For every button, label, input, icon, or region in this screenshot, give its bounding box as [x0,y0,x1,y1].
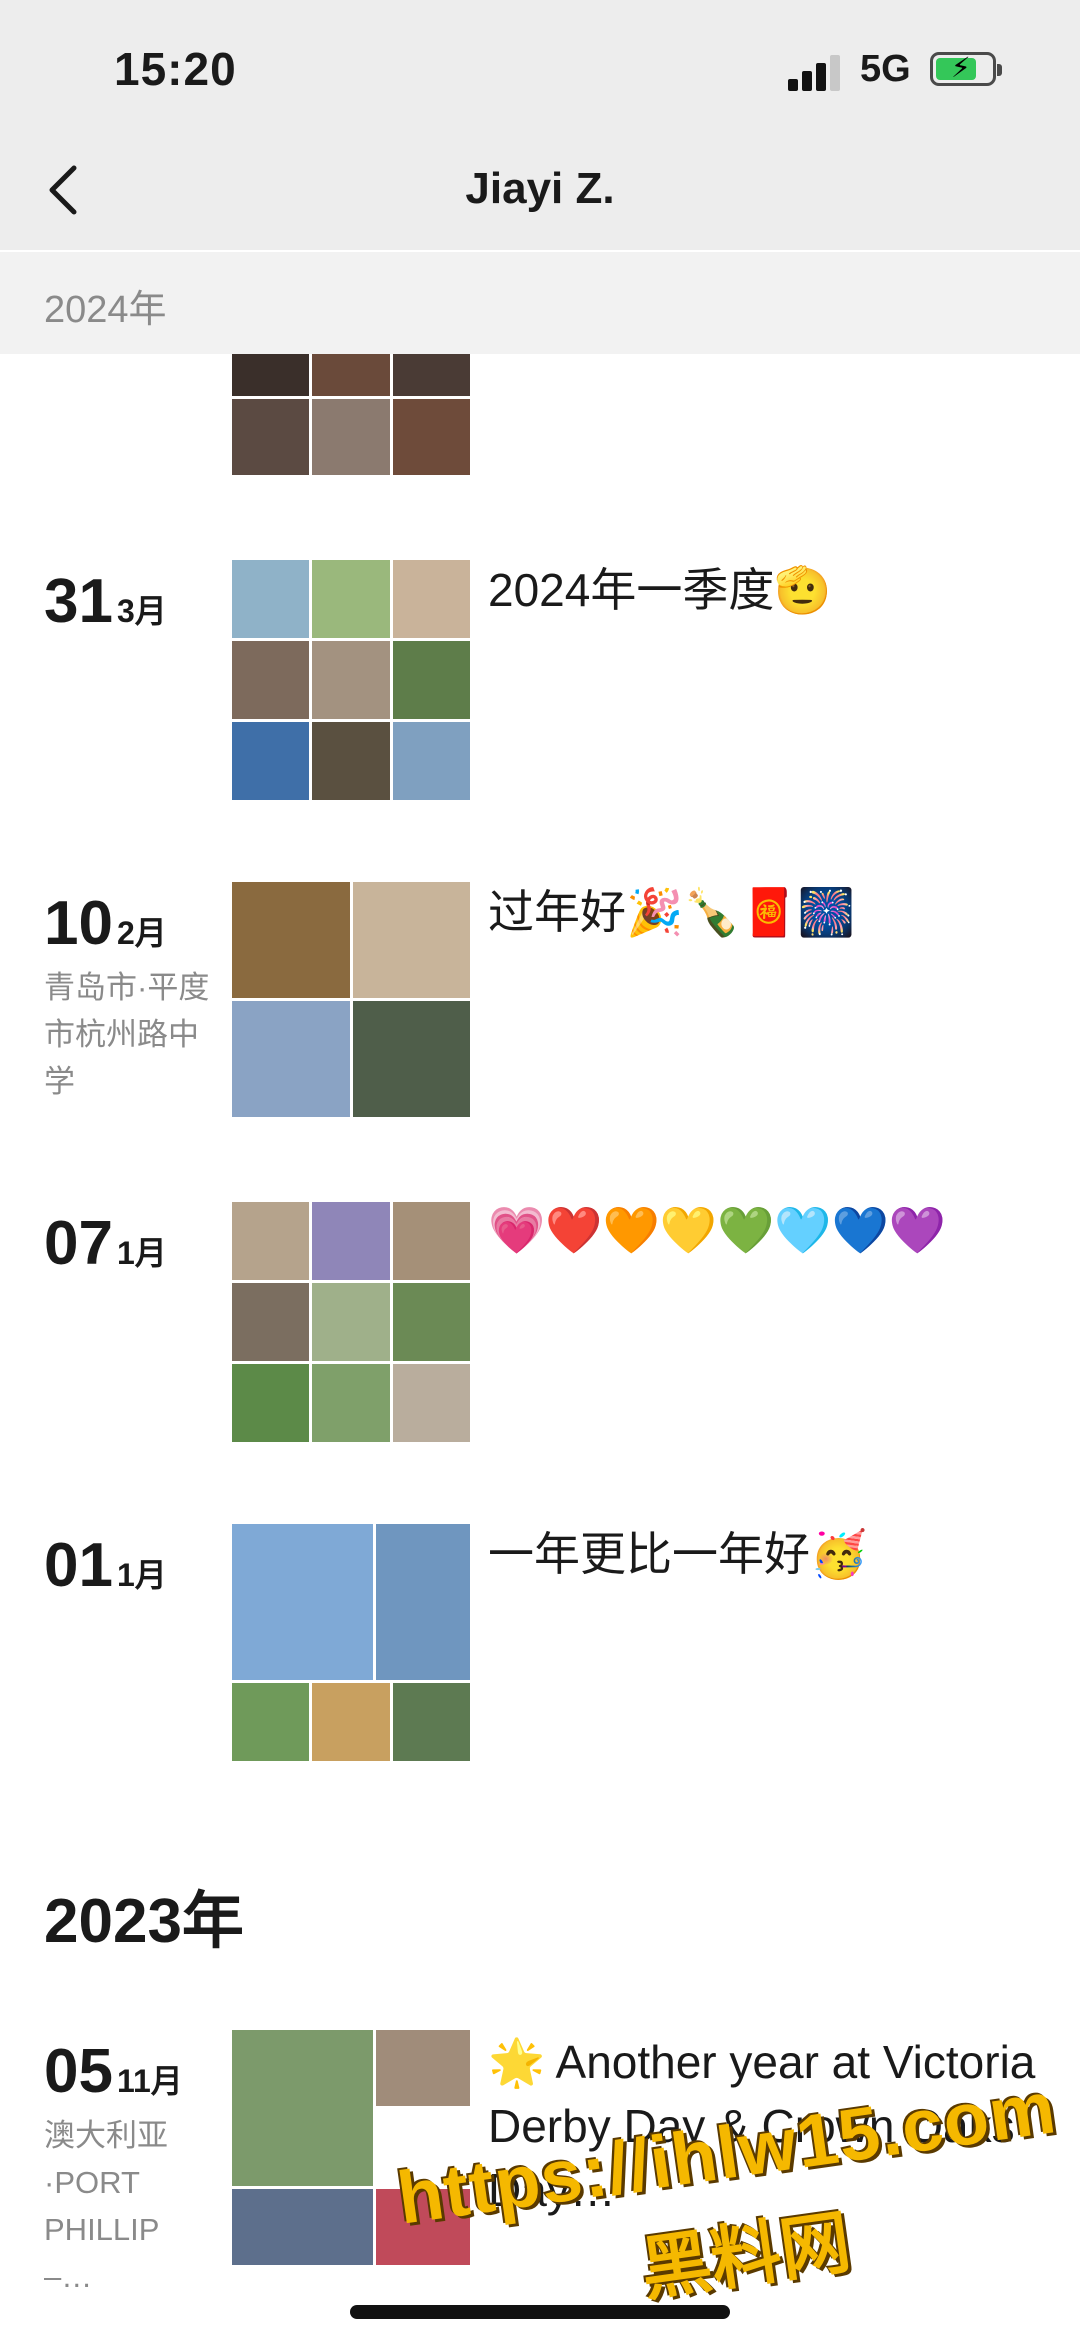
status-time: 15:20 [114,43,237,95]
post-photos-partial[interactable] [232,354,470,475]
network-label: 5G [860,48,911,90]
page-title: Jiayi Z. [465,164,615,213]
header: 15:20 5G ⚡ Jiayi Z. [0,0,1080,250]
post-location[interactable]: 青岛市·平度市杭州路中学 [44,964,214,1105]
sticky-year-bar: 2024年 [0,252,1080,354]
home-indicator[interactable] [350,2305,730,2319]
post-date: 05 11月 [44,2037,183,2106]
post-photos[interactable] [232,1524,470,1761]
battery-icon: ⚡ [930,52,1002,86]
post-photos[interactable] [232,882,470,1117]
post-caption: 💗❤️🧡💛💚🩵💙💜 [488,1204,947,1256]
post-date: 07 1月 [44,1209,167,1278]
post-date: 01 1月 [44,1531,167,1600]
post-photos[interactable] [232,560,470,800]
year-heading: 2023年 [44,1887,244,1956]
post-date: 31 3月 [44,567,167,636]
post-caption: 2024年一季度🫡 [488,564,832,616]
post-date: 10 2月 [44,889,167,958]
sticky-year-label: 2024年 [44,289,167,331]
post-caption: 过年好🎉🍾🧧🎆 [488,886,856,938]
post-caption: 一年更比一年好🥳 [488,1528,868,1580]
post-location[interactable]: 澳大利亚·PORT PHILLIP –… [44,2112,214,2300]
post-photos[interactable] [232,1202,470,1442]
signal-icon [788,55,844,91]
